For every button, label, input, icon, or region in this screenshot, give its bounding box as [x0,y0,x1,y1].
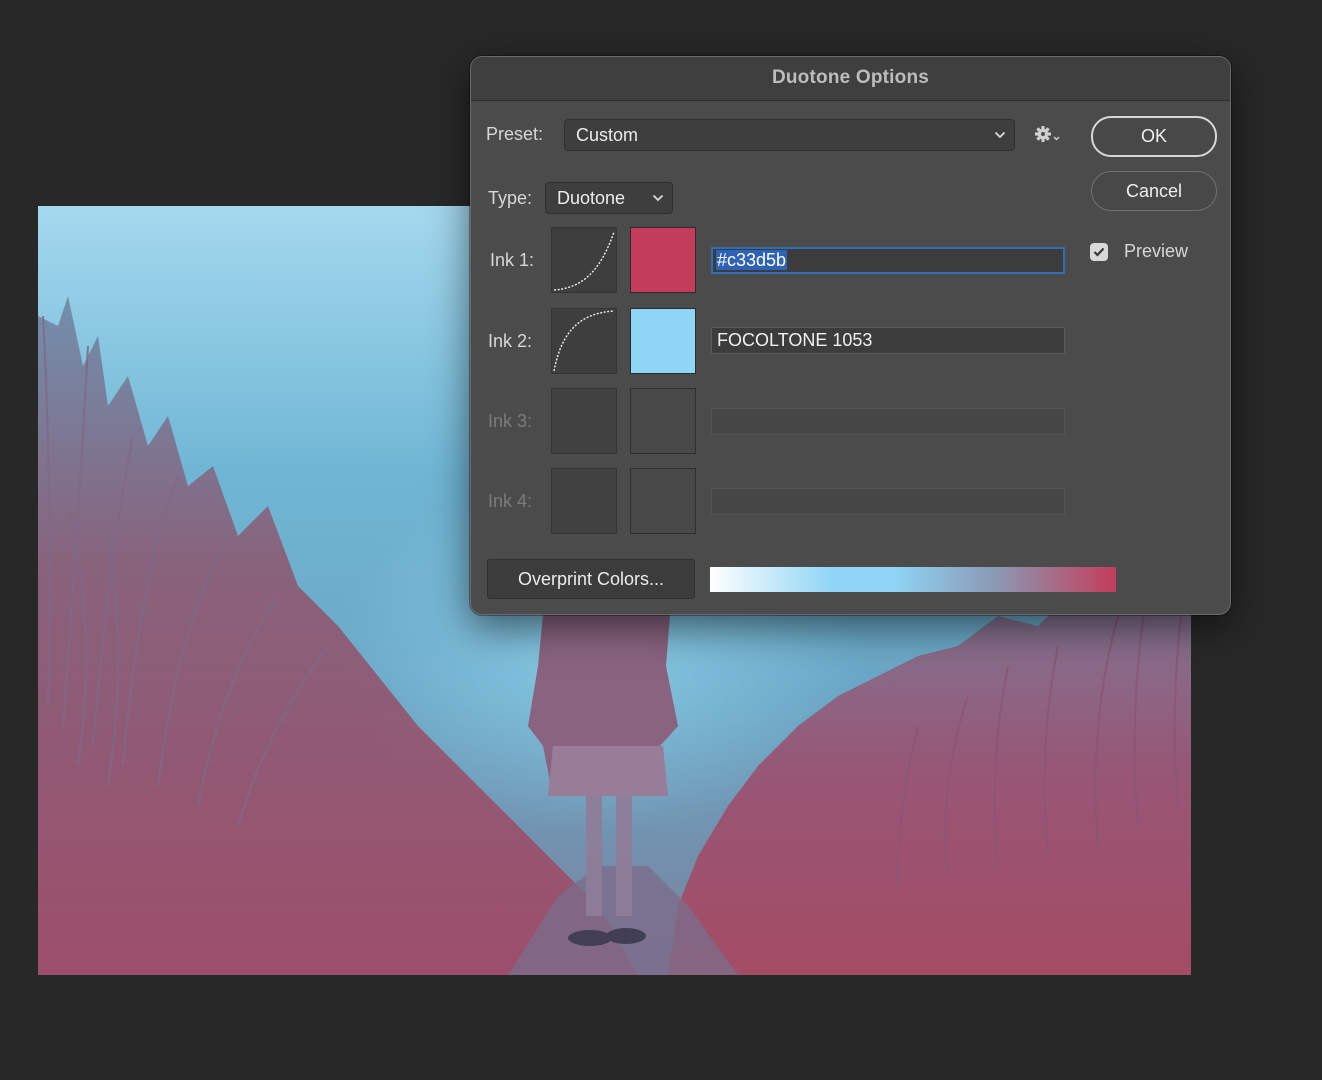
ink-3-color-swatch [630,388,696,454]
preview-checkbox[interactable] [1090,243,1108,261]
chevron-down-icon [994,120,1006,150]
curve-icon [553,310,615,372]
ink-1-name-field[interactable]: #c33d5b [711,247,1065,274]
dialog-title: Duotone Options [471,57,1230,101]
overprint-colors-button[interactable]: Overprint Colors... [487,559,695,599]
duotone-gradient-bar [710,567,1116,592]
ink-2-name-field[interactable]: FOCOLTONE 1053 [711,327,1065,354]
ink-2-color-swatch[interactable] [630,308,696,374]
checkmark-icon [1093,247,1105,257]
gear-icon[interactable] [1033,123,1063,145]
ink-3-name-field [711,408,1065,435]
ink-4-label: Ink 4: [488,491,533,511]
ok-button[interactable]: OK [1091,116,1217,157]
ink-3-label: Ink 3: [488,411,533,431]
ink-1-name-value: #c33d5b [716,250,788,270]
duotone-options-dialog: Duotone Options Preset: Custom OK Cancel [470,56,1231,615]
type-label: Type: [488,188,533,208]
preset-value: Custom [576,125,639,145]
ink-1-label: Ink 1: [490,250,535,270]
ink-1-curve-button[interactable] [551,227,617,293]
ink-2-name-value: FOCOLTONE 1053 [717,330,873,350]
ink-3-curve-button [551,388,617,454]
ink-1-color-swatch[interactable] [630,227,696,293]
type-select[interactable]: Duotone [545,182,673,214]
preset-select[interactable]: Custom [564,119,1015,151]
ink-4-curve-button [551,468,617,534]
preview-label: Preview [1124,241,1189,261]
ink-2-curve-button[interactable] [551,308,617,374]
ink-4-name-field [711,488,1065,515]
preset-label: Preset: [486,124,544,144]
ink-2-label: Ink 2: [488,331,533,351]
cancel-button[interactable]: Cancel [1091,171,1217,211]
chevron-down-icon [652,183,664,213]
ink-4-color-swatch [630,468,696,534]
type-value: Duotone [557,188,626,208]
curve-icon [553,231,615,291]
